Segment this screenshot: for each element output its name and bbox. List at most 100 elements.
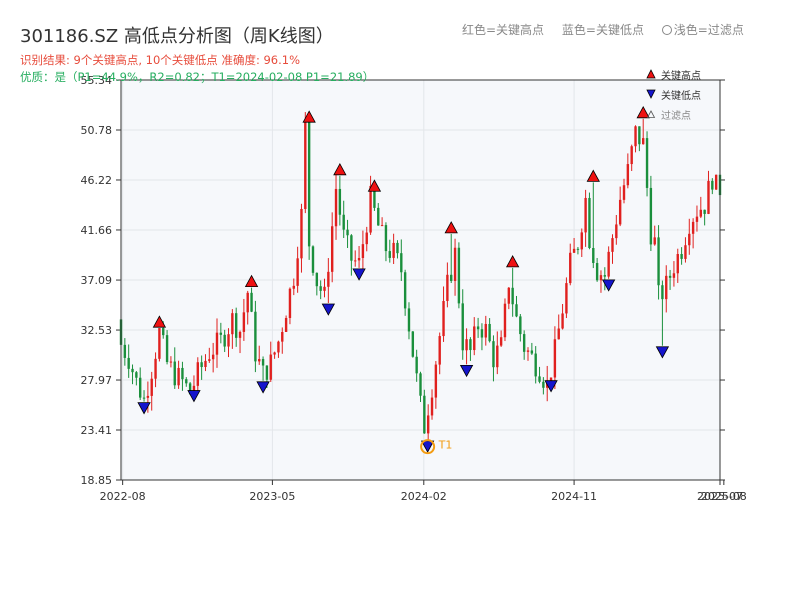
candle-body xyxy=(200,362,203,368)
candle-body xyxy=(146,395,150,398)
candle-body xyxy=(334,188,338,227)
candle-body xyxy=(323,286,326,291)
candle-body xyxy=(607,251,610,277)
color-key-blue: 蓝色=关键低点 xyxy=(561,23,644,37)
candle-body xyxy=(277,341,280,353)
candle-body xyxy=(246,292,249,313)
candle-body xyxy=(380,225,384,227)
candle-body xyxy=(135,372,138,378)
candle-body xyxy=(196,362,199,386)
x-tick-label: 2024-11 xyxy=(551,490,597,503)
candle-body xyxy=(684,245,687,259)
candle-body xyxy=(288,288,292,319)
candle-body xyxy=(162,328,165,336)
candle-body xyxy=(169,361,173,363)
y-tick-label: 18.85 xyxy=(81,474,113,487)
candle-body xyxy=(499,337,503,346)
color-key-red: 红色=关键高点 xyxy=(462,23,545,37)
candle-body xyxy=(365,232,368,245)
candle-body xyxy=(315,272,319,287)
candle-body xyxy=(204,360,207,368)
candle-body xyxy=(292,285,295,289)
candle-body xyxy=(649,187,653,245)
candle-body xyxy=(338,188,342,215)
candle-body xyxy=(238,331,242,338)
candle-body xyxy=(465,339,468,351)
candle-body xyxy=(553,339,557,378)
legend-label-high: 关键高点 xyxy=(661,70,701,82)
candle-body xyxy=(265,365,269,380)
candle-body xyxy=(576,248,580,250)
legend-label-low: 关键低点 xyxy=(661,90,701,102)
candle-body xyxy=(311,246,315,273)
candle-body xyxy=(346,229,349,236)
candle-body xyxy=(569,252,572,284)
candle-body xyxy=(668,275,672,278)
candle-body xyxy=(377,207,380,226)
candle-body xyxy=(691,221,695,234)
candle-body xyxy=(177,367,180,386)
x-tick-label: 2023-05 xyxy=(249,490,295,503)
candle-body xyxy=(599,275,603,281)
candle-body xyxy=(534,353,537,377)
candle-body xyxy=(519,316,522,335)
candle-body xyxy=(185,379,188,384)
candle-body xyxy=(269,354,272,380)
candle-body xyxy=(595,263,599,281)
candle-body xyxy=(572,248,576,253)
candle-body xyxy=(392,242,395,258)
y-tick-label: 27.97 xyxy=(81,374,113,387)
candle-body xyxy=(165,335,169,363)
y-tick-label: 32.53 xyxy=(81,324,113,337)
candle-body xyxy=(396,242,399,254)
candle-body xyxy=(342,214,345,230)
candle-body xyxy=(661,285,664,300)
candle-body xyxy=(158,328,161,359)
candle-body xyxy=(438,336,441,365)
candle-body xyxy=(657,237,660,286)
blue-down-triangle-icon xyxy=(646,89,656,99)
candle-body xyxy=(511,287,514,305)
candle-body xyxy=(127,357,130,369)
x-tick-label: 2022-08 xyxy=(100,490,146,503)
candle-body xyxy=(250,292,253,312)
candle-body xyxy=(423,395,426,434)
candle-body xyxy=(630,146,633,165)
candle-body xyxy=(492,341,495,368)
candle-body xyxy=(711,180,714,190)
candle-body xyxy=(215,332,219,355)
candle-body xyxy=(565,283,568,314)
candle-body xyxy=(453,247,457,281)
candle-body xyxy=(281,331,284,342)
candle-body xyxy=(123,344,127,358)
candle-body xyxy=(584,197,587,233)
candle-body xyxy=(588,197,591,248)
candle-body xyxy=(615,224,618,239)
legend-item-filtered: 过滤点 xyxy=(646,104,701,124)
candle-body xyxy=(638,126,641,145)
candle-body xyxy=(227,334,230,347)
candle-body xyxy=(676,254,679,274)
candle-body xyxy=(446,274,449,302)
candle-body xyxy=(457,247,461,304)
candle-body xyxy=(665,275,668,300)
candle-body xyxy=(330,226,334,272)
y-tick-label: 23.41 xyxy=(81,424,113,437)
hollow-triangle-icon xyxy=(646,110,656,118)
candle-body xyxy=(357,258,361,261)
candle-body xyxy=(307,121,311,247)
candle-body xyxy=(680,254,683,259)
t1-label: T1 xyxy=(438,439,453,452)
result-summary: 识别结果: 9个关键高点, 10个关键低点 准确度: 96.1% xyxy=(20,53,301,67)
candle-body xyxy=(434,364,438,398)
candle-body xyxy=(350,235,353,261)
candle-body xyxy=(688,233,691,246)
y-tick-label: 50.78 xyxy=(81,124,113,137)
candle-body xyxy=(561,313,564,329)
candle-body xyxy=(488,323,491,342)
candle-body xyxy=(542,381,545,388)
candle-body xyxy=(419,373,422,396)
candle-body xyxy=(645,138,649,188)
candle-body xyxy=(480,329,484,338)
candle-body xyxy=(407,308,411,332)
